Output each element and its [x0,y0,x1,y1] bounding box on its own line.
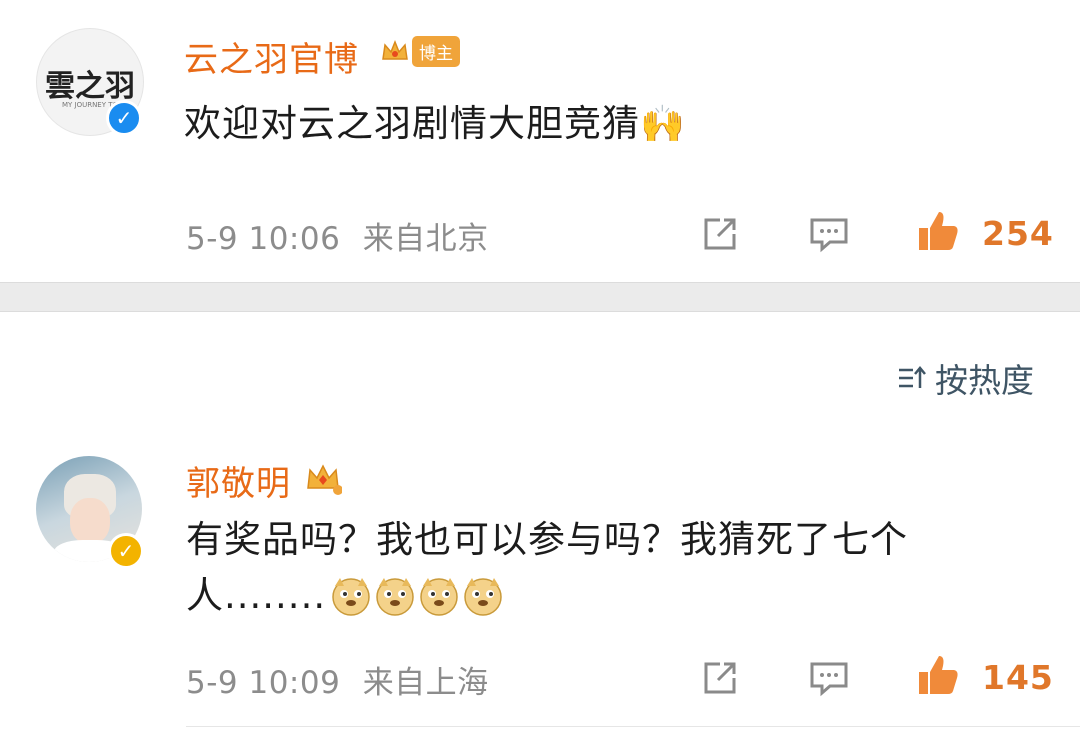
comment-button[interactable] [806,211,852,257]
comments-section: 按热度 ✓ 郭敬明 有奖品吗？我也可以参与吗？我猜死了七个 人........ … [0,312,1080,729]
crown-icon [382,39,408,60]
post-meta: 5-9 10:06 来自北京 [186,213,489,258]
comment-divider [186,726,1080,727]
like-button[interactable] [915,652,961,698]
comment-text-line2-row: 人........ [186,568,908,624]
comment-like-count: 145 [982,658,1054,697]
post-content-text: 欢迎对云之羽剧情大胆竞猜 [184,102,640,145]
comment-icon [810,218,848,253]
post-content: 欢迎对云之羽剧情大胆竞猜🙌 [184,96,686,153]
like-button[interactable] [915,208,961,254]
doge-icon [464,578,502,616]
comment-meta: 5-9 10:09 来自上海 [186,657,489,702]
sort-icon [899,366,926,388]
raised-hands-emoji: 🙌 [640,104,686,145]
thumbs-up-icon [919,656,958,694]
comment-time: 5-9 10:09 [186,665,341,701]
author-badge: 博主 [380,36,460,67]
post-time: 5-9 10:06 [186,221,341,257]
avatar-face [70,498,110,544]
share-icon [704,218,736,250]
weibo-post: 雲之羽 MY JOURNEY TO ✓ 云之羽官博 博主 欢迎对云之羽剧情大胆竞… [0,0,1080,282]
comment-author-name[interactable]: 郭敬明 [186,456,291,505]
verified-gold-icon: ✓ [108,533,144,569]
doge-icon [376,578,414,616]
author-badge-label: 博主 [412,36,460,67]
sort-label: 按热度 [935,361,1034,400]
reply-button[interactable] [806,655,852,701]
sort-toggle[interactable]: 按热度 [897,354,1034,402]
post-author-name[interactable]: 云之羽官博 [184,32,359,81]
avatar-logo-text: 雲之羽 [45,69,135,104]
post-like-count: 254 [982,214,1054,253]
comment-location: 来自上海 [362,665,489,701]
section-divider [0,282,1080,312]
comment-icon [810,662,848,697]
comment-text-line1: 有奖品吗？我也可以参与吗？我猜死了七个 [186,518,908,561]
thumbs-up-icon [919,212,958,250]
post-location: 来自北京 [362,221,489,257]
share-button[interactable] [697,655,743,701]
share-icon [704,662,736,694]
doge-icon [420,578,458,616]
doge-emoji-group [330,576,504,616]
comment-text-line2: 人........ [186,574,327,617]
comment-content: 有奖品吗？我也可以参与吗？我猜死了七个 人........ [186,512,908,624]
verified-blue-icon: ✓ [106,100,142,136]
doge-icon [332,578,370,616]
share-button[interactable] [697,211,743,257]
crown-icon [307,464,342,495]
